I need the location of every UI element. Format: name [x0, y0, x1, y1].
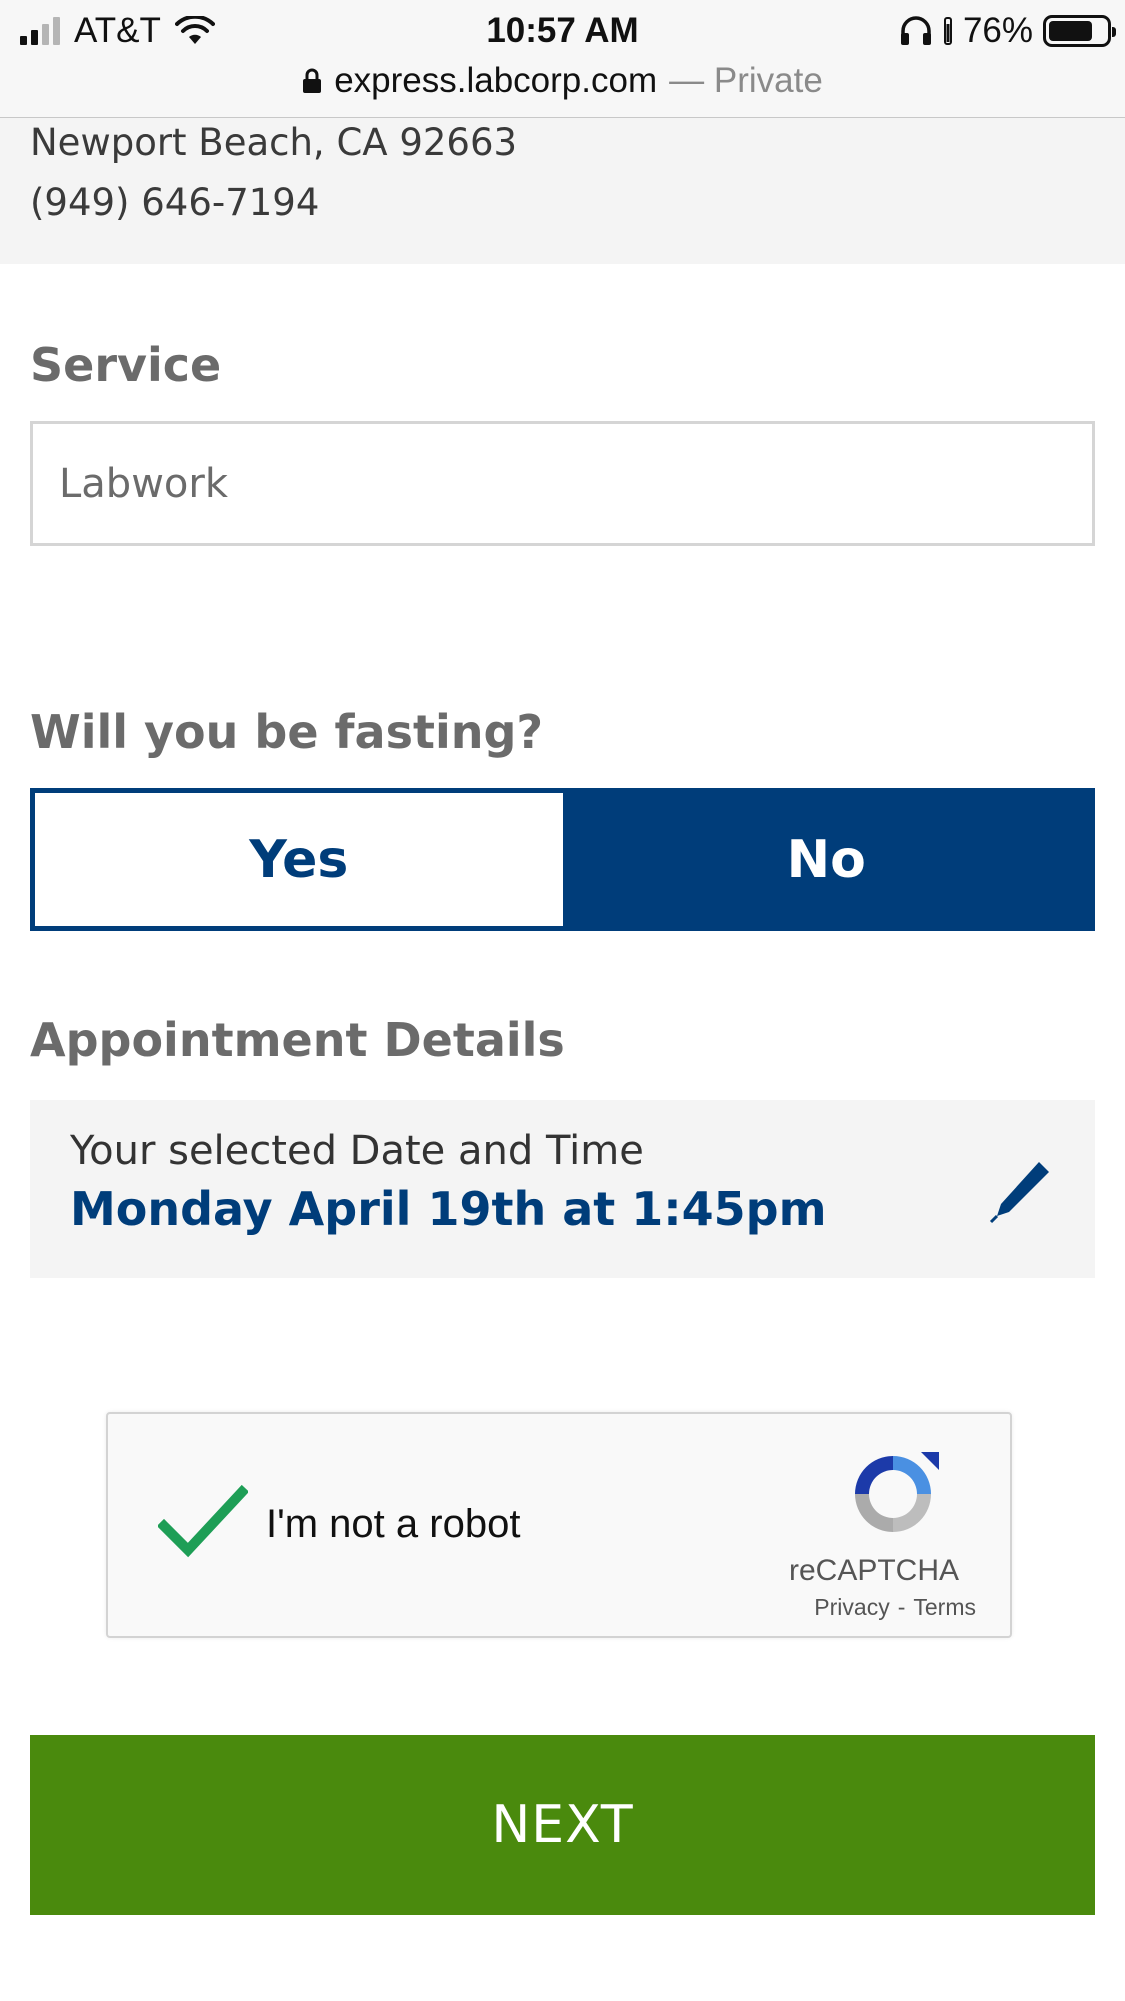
service-field[interactable] [30, 421, 1095, 546]
fasting-no-option[interactable]: No [562, 793, 1090, 926]
appointment-datetime: Monday April 19th at 1:45pm [70, 1182, 827, 1236]
lock-icon [303, 68, 322, 93]
appointment-caption: Your selected Date and Time [70, 1128, 644, 1174]
private-mode-label: — Private [669, 61, 823, 100]
recaptcha-link-separator: - [897, 1594, 906, 1620]
status-right: 76% [899, 10, 1116, 52]
status-bar: AT&T 10:57 AM 76% express.labcorp.com — … [0, 0, 1125, 118]
url-domain: express.labcorp.com [334, 61, 658, 100]
next-button[interactable]: NEXT [30, 1735, 1095, 1915]
appointment-card: Your selected Date and Time Monday April… [30, 1100, 1095, 1278]
fasting-yes-option[interactable]: Yes [35, 793, 563, 926]
battery-icon [1043, 15, 1116, 47]
recaptcha-privacy-link[interactable]: Privacy [814, 1594, 889, 1621]
recaptcha-label: I'm not a robot [266, 1502, 521, 1546]
recaptcha-terms-link[interactable]: Terms [913, 1594, 976, 1621]
charging-icon [943, 17, 952, 45]
headphones-icon [900, 16, 931, 45]
recaptcha-brand: reCAPTCHA [788, 1554, 960, 1587]
edit-appointment-button[interactable] [987, 1156, 1055, 1224]
battery-fill [1049, 21, 1092, 41]
phone-number: (949) 646-7194 [30, 181, 320, 224]
service-heading: Service [30, 338, 222, 392]
appointment-heading: Appointment Details [30, 1013, 565, 1067]
address-line: Newport Beach, CA 92663 [30, 121, 518, 164]
location-info: Newport Beach, CA 92663 (949) 646-7194 [0, 118, 1125, 264]
recaptcha-widget: I'm not a robot reCAPTCHA Privacy - Term… [106, 1412, 1012, 1638]
recaptcha-links: Privacy - Terms [814, 1594, 976, 1621]
fasting-heading: Will you be fasting? [30, 705, 544, 759]
fasting-toggle: Yes No [30, 788, 1095, 931]
recaptcha-checkbox[interactable] [156, 1484, 250, 1564]
recaptcha-logo-icon [855, 1452, 939, 1532]
checkmark-icon [156, 1484, 250, 1558]
battery-percent: 76% [962, 11, 1033, 50]
pencil-icon [989, 1162, 1049, 1224]
address-bar[interactable]: express.labcorp.com — Private [0, 58, 1125, 104]
